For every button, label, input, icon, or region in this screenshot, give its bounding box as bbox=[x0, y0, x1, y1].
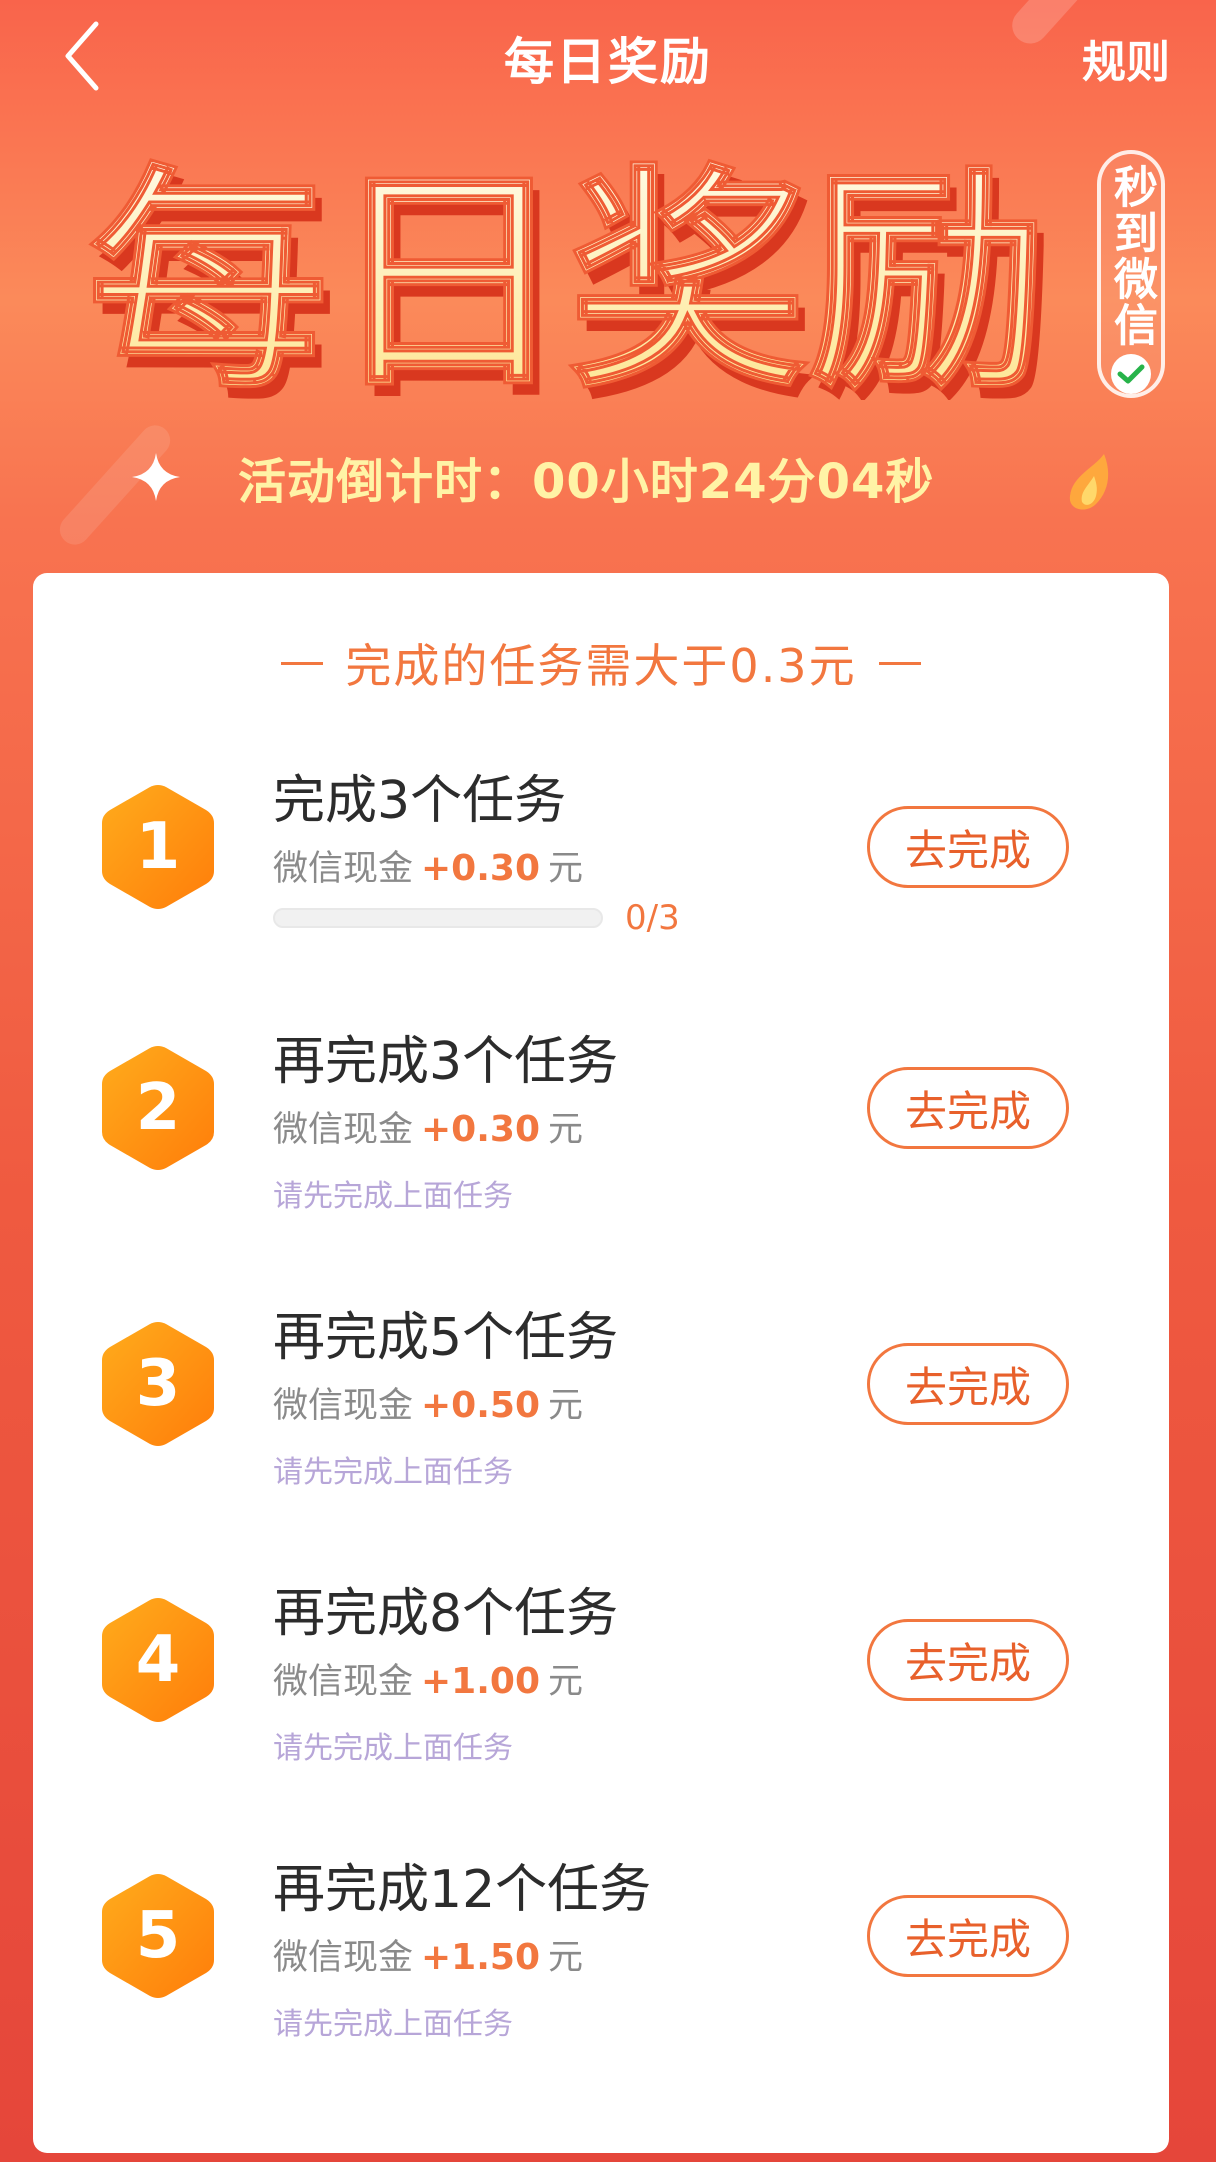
reward-amount: +0.30 bbox=[421, 1109, 541, 1150]
task-number: 4 bbox=[135, 1623, 181, 1697]
task-title: 再完成5个任务 bbox=[273, 1308, 619, 1368]
task-row: 5 再完成12个任务 微信现金 +1.50 元 请先完成上面任务 去完成 bbox=[33, 1837, 1169, 2087]
task-reward: 微信现金 +0.50 元 bbox=[273, 1377, 583, 1428]
go-complete-button[interactable]: 去完成 bbox=[867, 1343, 1069, 1425]
reward-unit: 元 bbox=[548, 1110, 584, 1150]
task-reward: 微信现金 +1.00 元 bbox=[273, 1653, 583, 1704]
task-hint: 请先完成上面任务 bbox=[273, 1179, 513, 1214]
task-hint: 请先完成上面任务 bbox=[273, 1731, 513, 1766]
task-row: 2 再完成3个任务 微信现金 +0.30 元 请先完成上面任务 去完成 bbox=[33, 1009, 1169, 1259]
task-title: 完成3个任务 bbox=[273, 771, 567, 831]
card-header: 完成的任务需大于0.3元 bbox=[33, 633, 1169, 693]
reward-amount: +0.50 bbox=[421, 1385, 541, 1426]
reward-amount: +1.50 bbox=[421, 1937, 541, 1978]
reward-label: 微信现金 bbox=[273, 1110, 414, 1150]
reward-unit: 元 bbox=[548, 849, 584, 889]
task-progress: 0/3 bbox=[273, 898, 680, 938]
countdown-row: 活动倒计时：00小时24分04秒 bbox=[130, 442, 934, 512]
task-title: 再完成8个任务 bbox=[273, 1584, 619, 1644]
check-icon bbox=[1111, 354, 1151, 394]
task-number: 2 bbox=[135, 1071, 181, 1145]
task-row: 4 再完成8个任务 微信现金 +1.00 元 请先完成上面任务 去完成 bbox=[33, 1561, 1169, 1811]
task-row: 1 完成3个任务 微信现金 +0.30 元 0/3 去完成 bbox=[33, 748, 1169, 998]
tasks-card: 完成的任务需大于0.3元 1 完成3个任务 微信现金 +0.30 元 0/3 去… bbox=[33, 573, 1169, 2153]
top-nav-bar: 每日奖励 规则 bbox=[0, 0, 1216, 112]
reward-unit: 元 bbox=[548, 1662, 584, 1702]
progress-text: 0/3 bbox=[625, 898, 680, 938]
header-dash-right bbox=[878, 661, 921, 665]
header-dash-left bbox=[281, 661, 324, 665]
reward-unit: 元 bbox=[548, 1938, 584, 1978]
task-title: 再完成3个任务 bbox=[273, 1032, 619, 1092]
reward-amount: +1.00 bbox=[421, 1661, 541, 1702]
go-complete-button[interactable]: 去完成 bbox=[867, 1067, 1069, 1149]
task-reward: 微信现金 +0.30 元 bbox=[273, 1101, 583, 1152]
task-number: 1 bbox=[135, 810, 181, 884]
task-title: 再完成12个任务 bbox=[273, 1860, 652, 1920]
reward-label: 微信现金 bbox=[273, 1938, 414, 1978]
task-number: 3 bbox=[135, 1347, 181, 1421]
hero-title-text: 每日奖励 bbox=[88, 150, 1048, 400]
rules-button[interactable]: 规则 bbox=[1082, 26, 1170, 90]
task-number: 5 bbox=[135, 1899, 181, 1973]
hexagon-badge-icon: 5 bbox=[100, 1872, 216, 2000]
badge-label: 秒到微信 bbox=[1106, 164, 1157, 348]
hexagon-badge-icon: 4 bbox=[100, 1596, 216, 1724]
flame-icon bbox=[1069, 454, 1109, 510]
reward-amount: +0.30 bbox=[421, 848, 541, 889]
task-hint: 请先完成上面任务 bbox=[273, 2007, 513, 2042]
reward-label: 微信现金 bbox=[273, 849, 414, 889]
instant-wechat-badge: 秒到微信 bbox=[1097, 150, 1165, 398]
countdown-text: 活动倒计时：00小时24分04秒 bbox=[238, 454, 935, 510]
hexagon-badge-icon: 2 bbox=[100, 1044, 216, 1172]
hexagon-badge-icon: 3 bbox=[100, 1320, 216, 1448]
go-complete-button[interactable]: 去完成 bbox=[867, 1895, 1069, 1977]
hero-title: 每日奖励 每日奖励 bbox=[87, 150, 1057, 400]
hexagon-badge-icon: 1 bbox=[100, 783, 216, 911]
sparkle-icon bbox=[132, 453, 180, 501]
go-complete-button[interactable]: 去完成 bbox=[867, 1619, 1069, 1701]
task-row: 3 再完成5个任务 微信现金 +0.50 元 请先完成上面任务 去完成 bbox=[33, 1285, 1169, 1535]
card-header-text: 完成的任务需大于0.3元 bbox=[345, 639, 857, 693]
task-reward: 微信现金 +0.30 元 bbox=[273, 840, 583, 891]
task-hint: 请先完成上面任务 bbox=[273, 1455, 513, 1490]
go-complete-button[interactable]: 去完成 bbox=[867, 806, 1069, 888]
progress-bar bbox=[273, 908, 603, 928]
reward-label: 微信现金 bbox=[273, 1386, 414, 1426]
reward-label: 微信现金 bbox=[273, 1662, 414, 1702]
task-reward: 微信现金 +1.50 元 bbox=[273, 1929, 583, 1980]
page-title: 每日奖励 bbox=[504, 33, 712, 91]
reward-unit: 元 bbox=[548, 1386, 584, 1426]
